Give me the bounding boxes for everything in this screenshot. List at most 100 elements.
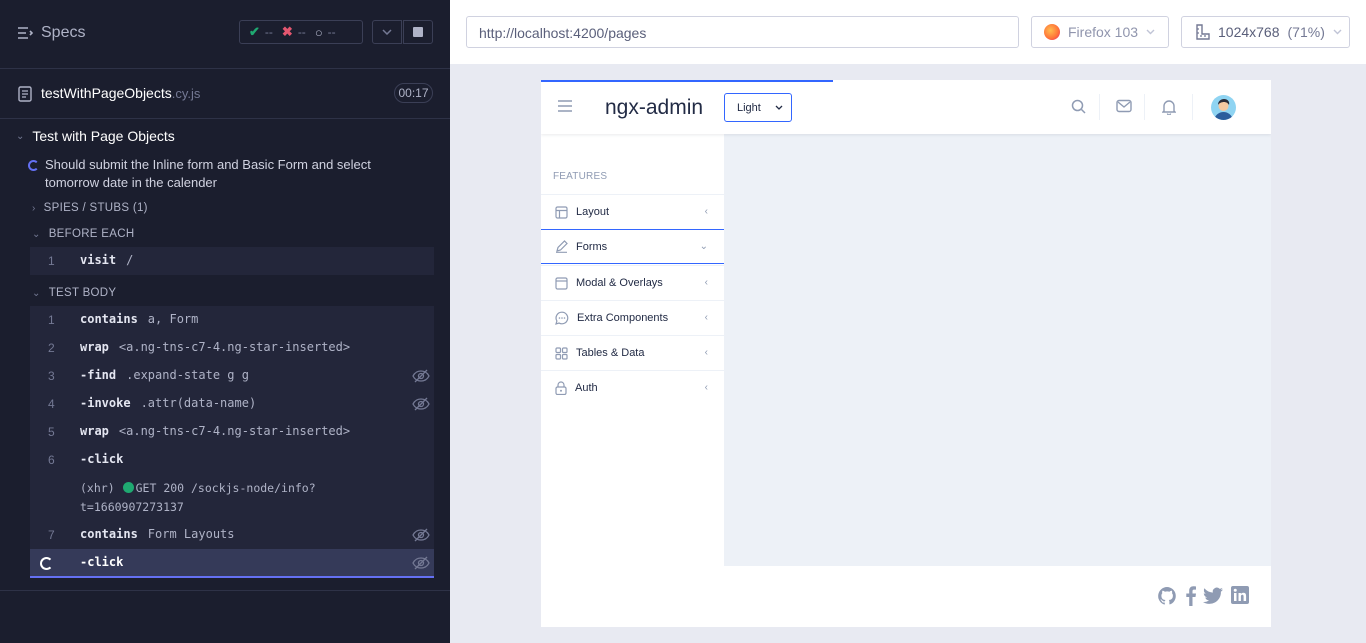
chevron-down-icon: ⌄ [16,130,25,142]
command-message: Form Layouts [147,527,235,541]
user-avatar-icon [1214,99,1233,120]
hamburger-menu-icon[interactable] [557,100,573,112]
command-row[interactable]: 2 wrap <a.ng-tns-c7-4.ng-star-inserted> [30,334,434,362]
command-row[interactable]: 1 contains a, Form [30,306,434,334]
chevron-left-icon: ‹ [704,382,708,393]
eye-slash-icon [412,556,430,570]
loading-progress-bar [541,80,833,82]
spies-stubs-toggle[interactable]: › SPIES / STUBS (1) [32,202,148,214]
url-bar[interactable]: http://localhost:4200/pages [466,16,1019,48]
eye-slash-icon [412,397,430,411]
menu-item-forms[interactable]: Forms ⌄ [541,229,724,264]
linkedin-icon[interactable] [1231,586,1249,604]
options-dropdown-button[interactable] [372,20,402,44]
app-under-test-panel: http://localhost:4200/pages Firefox 103 … [450,0,1366,643]
command-number: 1 [48,313,55,327]
command-message: / [126,253,134,267]
menu-item-modal-overlays[interactable]: Modal & Overlays ‹ [541,265,724,300]
command-row[interactable]: 3 -find .expand-state g g [30,362,434,390]
menu-item-label: Layout [576,206,610,218]
before-each-commands: 1 visit / [30,247,434,275]
aut-toolbar: http://localhost:4200/pages Firefox 103 … [450,0,1366,64]
command-message: a, Form [147,312,199,326]
test-title[interactable]: Should submit the Inline form and Basic … [28,156,428,192]
passed-stat: ✔ -- [240,24,273,40]
pending-stat: ○ -- [306,25,336,40]
command-row[interactable]: 1 visit / [30,247,434,275]
chevron-left-icon: ‹ [704,312,708,323]
active-command-row[interactable]: -click [30,549,434,578]
specs-button[interactable]: Specs [17,24,85,42]
browser-selector[interactable]: Firefox 103 [1031,16,1169,48]
content-divider [724,134,726,627]
layout-icon [555,205,568,219]
xhr-log[interactable]: (xhr) GET 200 /sockjs-node/info?t=1660907… [80,479,410,517]
chevron-down-icon [775,105,783,110]
chevron-down-icon: ⌄ [699,241,708,252]
command-number: 1 [48,254,55,268]
menu-item-label: Forms [576,240,608,253]
menu-item-auth[interactable]: Auth ‹ [541,370,724,405]
theme-select[interactable]: Light [724,93,792,122]
spec-file[interactable]: testWithPageObjects.cy.js [18,85,200,103]
edit-icon [556,240,568,253]
viewport-zoom: (71%) [1287,24,1325,40]
ruler-icon [1196,24,1210,40]
command-message: <a.ng-tns-c7-4.ng-star-inserted> [118,424,351,438]
suite-title[interactable]: ⌄ Test with Page Objects [16,128,175,144]
app-sidebar: FEATURES Layout ‹ Forms ⌄ Modal & Overla… [541,134,724,627]
command-row[interactable]: 5 wrap <a.ng-tns-c7-4.ng-star-inserted> [30,418,434,446]
viewport-selector[interactable]: 1024x768 (71%) [1181,16,1350,48]
app-iframe: ngx-admin Light FEATURES Layout ‹ Forms … [541,80,1271,627]
test-stats: ✔ -- ✖ -- ○ -- [239,20,363,44]
spec-duration: 00:17 [394,83,433,103]
test-title-text: Should submit the Inline form and Basic … [45,157,371,190]
pending-circle-icon: ○ [314,24,323,40]
app-logo[interactable]: ngx-admin [605,96,703,120]
chevron-left-icon: ‹ [704,206,708,217]
stop-button[interactable] [403,20,433,44]
status-dot-icon [122,482,134,493]
cypress-reporter: Specs ✔ -- ✖ -- ○ -- testWithPageObjects… [0,0,450,643]
before-each-toggle[interactable]: ⌄ BEFORE EACH [32,228,134,240]
spec-file-row: testWithPageObjects.cy.js 00:17 [0,70,450,118]
x-icon: ✖ [281,24,293,39]
twitter-icon[interactable] [1202,586,1224,606]
command-name: wrap [80,424,109,438]
suite-title-text: Test with Page Objects [32,128,175,144]
command-row[interactable]: 7 contains Form Layouts [30,521,434,549]
message-circle-icon [555,311,569,325]
command-row[interactable]: 4 -invoke .attr(data-name) [30,390,434,418]
specs-list-icon [18,27,33,39]
divider [0,68,450,69]
chevron-left-icon: ‹ [704,347,708,358]
menu-item-tables-data[interactable]: Tables & Data ‹ [541,335,724,370]
before-each-label: BEFORE EACH [48,228,135,240]
firefox-icon [1044,24,1060,40]
spec-name: testWithPageObjects [41,85,172,101]
running-spinner-icon [28,160,39,171]
grid-icon [555,346,568,360]
failed-count: -- [297,25,306,39]
chevron-right-icon: › [32,202,36,214]
email-icon[interactable] [1116,99,1132,113]
chevron-down-icon: ⌄ [32,228,41,240]
reporter-header: Specs ✔ -- ✖ -- ○ -- [0,0,450,68]
github-icon[interactable] [1157,586,1177,606]
menu-item-label: Auth [575,382,598,394]
command-row[interactable]: 6 -click [30,446,434,474]
search-icon[interactable] [1071,99,1086,114]
stop-icon [413,27,423,37]
bell-icon[interactable] [1162,99,1176,115]
test-body-toggle[interactable]: ⌄ TEST BODY [32,287,116,299]
header-separator [1144,94,1145,120]
eye-slash-icon [412,369,430,383]
menu-item-label: Extra Components [577,312,669,324]
facebook-icon[interactable] [1186,586,1196,606]
check-icon: ✔ [249,24,260,39]
menu-item-layout[interactable]: Layout ‹ [541,194,724,229]
menu-item-extra-components[interactable]: Extra Components ‹ [541,300,724,335]
avatar[interactable] [1211,95,1236,120]
command-number: 2 [48,341,55,355]
chevron-down-icon: ⌄ [32,287,41,299]
